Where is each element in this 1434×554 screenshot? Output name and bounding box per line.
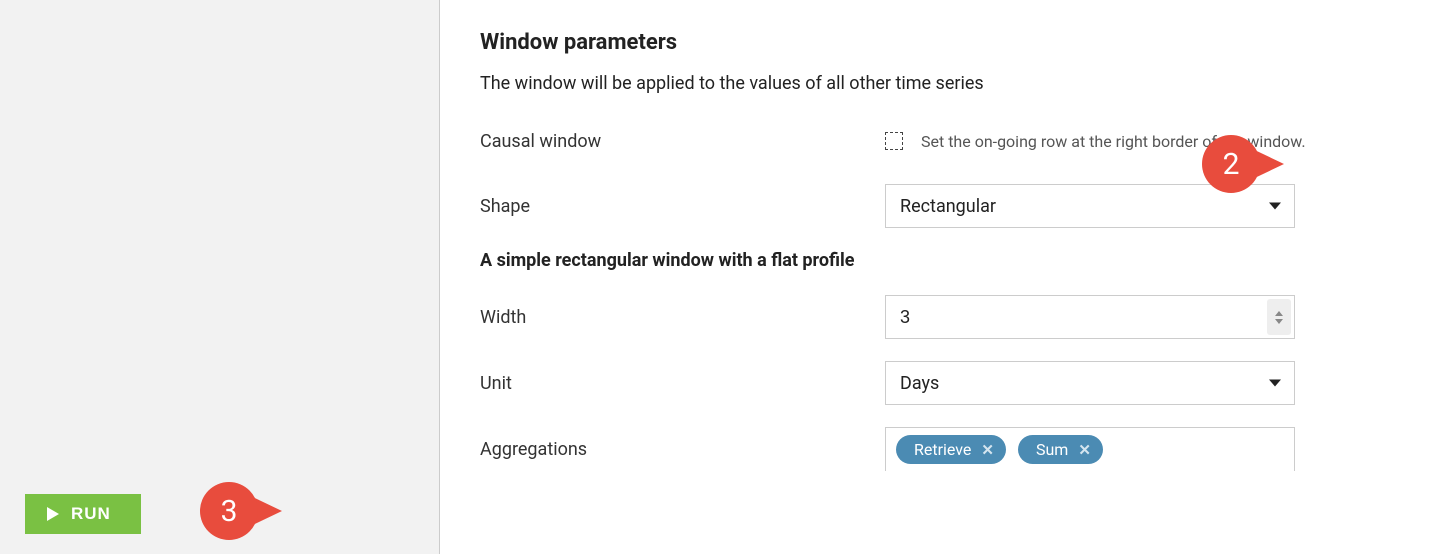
width-label: Width — [480, 307, 885, 328]
width-spinner — [1267, 299, 1291, 335]
annotation-tail — [240, 491, 282, 531]
chevron-down-icon — [1269, 380, 1281, 387]
annotation-bubble: 3 — [200, 482, 258, 540]
shape-label: Shape — [480, 196, 885, 217]
spinner-up-icon[interactable] — [1275, 311, 1283, 316]
width-input-wrap — [885, 295, 1295, 339]
shape-select[interactable]: Rectangular — [885, 184, 1295, 228]
width-input[interactable] — [885, 295, 1295, 339]
causal-help-text: Set the on-going row at the right border… — [921, 132, 1306, 151]
run-label: RUN — [71, 504, 111, 524]
tag-label: Sum — [1036, 440, 1068, 459]
shape-row: Shape Rectangular — [480, 184, 1394, 228]
causal-checkbox[interactable] — [885, 132, 903, 150]
section-description: The window will be applied to the values… — [480, 73, 1394, 94]
width-row: Width — [480, 295, 1394, 339]
unit-value: Days — [900, 373, 939, 394]
remove-tag-icon[interactable]: ✕ — [1078, 441, 1091, 459]
aggregations-row: Aggregations Retrieve ✕ Sum ✕ — [480, 427, 1394, 471]
run-button[interactable]: RUN — [25, 494, 141, 534]
shape-description: A simple rectangular window with a flat … — [480, 250, 1394, 271]
spinner-down-icon[interactable] — [1275, 319, 1283, 324]
unit-select[interactable]: Days — [885, 361, 1295, 405]
causal-window-label: Causal window — [480, 131, 885, 152]
causal-control: Set the on-going row at the right border… — [885, 132, 1306, 151]
remove-tag-icon[interactable]: ✕ — [981, 441, 994, 459]
section-title: Window parameters — [480, 30, 1394, 55]
unit-label: Unit — [480, 373, 885, 394]
play-icon — [47, 507, 59, 521]
shape-value: Rectangular — [900, 196, 996, 217]
causal-window-row: Causal window Set the on-going row at th… — [480, 120, 1394, 162]
unit-row: Unit Days — [480, 361, 1394, 405]
aggregations-label: Aggregations — [480, 439, 885, 460]
annotation-step-3: 3 — [200, 482, 282, 540]
tag-label: Retrieve — [914, 440, 971, 459]
aggregations-input[interactable]: Retrieve ✕ Sum ✕ — [885, 427, 1295, 471]
aggregation-tag-sum: Sum ✕ — [1018, 435, 1103, 464]
main-panel: Window parameters The window will be app… — [440, 0, 1434, 554]
sidebar: RUN 3 — [0, 0, 440, 554]
aggregation-tag-retrieve: Retrieve ✕ — [896, 435, 1006, 464]
chevron-down-icon — [1269, 203, 1281, 210]
